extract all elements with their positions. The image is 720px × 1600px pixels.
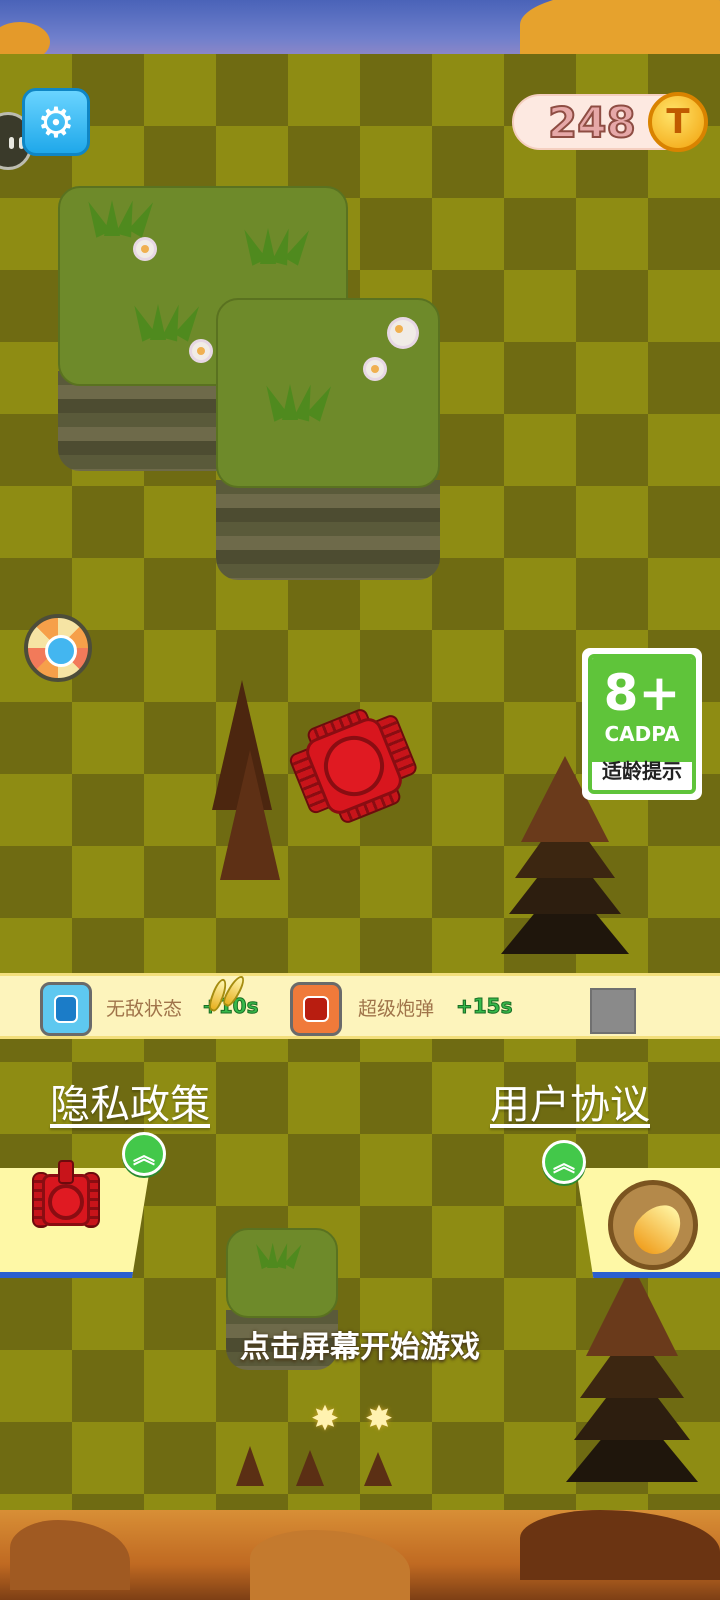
empty-slot[interactable] (590, 988, 636, 1034)
grass-tuft (81, 196, 160, 238)
spike-obstacle (364, 1452, 392, 1486)
age-rating-value: 8+ (603, 664, 681, 722)
age-rating-tip: 适龄提示 (602, 759, 682, 783)
grass-tuft (127, 300, 206, 342)
lucky-wheel-button[interactable] (24, 614, 92, 682)
spike-obstacle (220, 750, 280, 880)
grass-tuft (259, 380, 338, 422)
settings-button[interactable]: ⚙ (22, 88, 90, 156)
autumn-tree (520, 0, 720, 60)
privacy-policy-link[interactable]: 隐私政策 (50, 1072, 210, 1130)
buff-time-super-shell: +15s (456, 994, 513, 1019)
coin-icon: T (648, 92, 708, 152)
game-screen[interactable]: ⚙ 248 T 8+ CADPA 适龄提示 无敌状态 +10s 超级炮弹 +15… (0, 0, 720, 1600)
spike-obstacle (236, 1446, 264, 1486)
grass-tuft (237, 224, 316, 266)
tank-upgrade-icon (32, 1160, 100, 1238)
grass-tuft (251, 1240, 307, 1270)
age-rating-org: CADPA (604, 722, 680, 746)
buff-label-super-shell: 超级炮弹 (358, 998, 435, 1020)
flower (366, 360, 384, 378)
buff-label-invincible: 无敌状态 (106, 998, 183, 1020)
age-rating-badge: 8+ CADPA 适龄提示 (582, 648, 702, 800)
flower (192, 342, 210, 360)
flower (390, 320, 416, 346)
bullet-sparkle-icon (206, 973, 250, 1018)
player-tank[interactable] (278, 690, 429, 841)
tap-to-start-text: 点击屏幕开始游戏 (240, 1330, 480, 1365)
sparkle-icon: ✸ (364, 1399, 394, 1439)
coin-count: 248 (547, 97, 637, 148)
shield-powerup-icon[interactable] (40, 982, 92, 1036)
flower (136, 240, 154, 258)
bottom-background (0, 1510, 720, 1600)
gear-icon: ⚙ (37, 97, 75, 147)
bullet-upgrade-icon (608, 1180, 698, 1270)
top-background (0, 0, 720, 62)
bullet-upgrade-arrow-icon[interactable]: ︽ (542, 1140, 586, 1184)
user-agreement-link[interactable]: 用户协议 (490, 1072, 650, 1130)
grass-platform (216, 298, 440, 580)
pine-tree (566, 1264, 698, 1484)
spike-obstacle (296, 1450, 324, 1486)
sparkle-icon: ✸ (310, 1399, 340, 1439)
coin-counter: 248 T (512, 92, 708, 152)
buff-bar: 无敌状态 +10s 超级炮弹 +15s (0, 973, 720, 1039)
tank-upgrade-arrow-icon[interactable]: ︽ (122, 1132, 166, 1176)
super-shell-powerup-icon[interactable] (290, 982, 342, 1036)
